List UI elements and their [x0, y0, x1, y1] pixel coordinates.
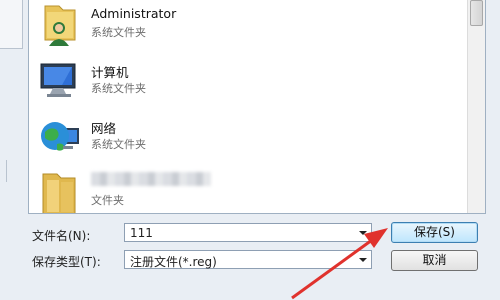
network-globe-icon — [37, 114, 83, 160]
item-type: 文件夹 — [91, 194, 124, 207]
list-item-network[interactable]: 网络 系统文件夹 — [29, 112, 459, 168]
user-folder-icon — [37, 2, 83, 48]
chevron-down-icon[interactable] — [355, 224, 371, 241]
list-item-administrator[interactable]: Administrator 系统文件夹 — [29, 0, 459, 56]
cancel-button[interactable]: 取消 — [391, 250, 478, 271]
item-type: 系统文件夹 — [91, 26, 146, 39]
computer-icon — [37, 58, 83, 104]
save-button[interactable]: 保存(S) — [391, 222, 478, 243]
blurred-item-name — [91, 172, 211, 186]
item-type: 系统文件夹 — [91, 138, 146, 151]
scrollbar-thumb[interactable] — [470, 0, 483, 26]
navigation-pane-edge — [0, 0, 23, 49]
item-name: 计算机 — [91, 65, 129, 80]
filename-value: 111 — [130, 226, 153, 240]
vertical-scrollbar[interactable] — [467, 0, 485, 213]
chevron-down-icon[interactable] — [355, 251, 371, 268]
filetype-select[interactable]: 注册文件(*.reg) — [124, 250, 372, 269]
pane-divider — [0, 160, 7, 182]
item-name: Administrator — [91, 6, 177, 21]
filename-input[interactable]: 111 — [124, 223, 372, 242]
item-name: 网络 — [91, 121, 117, 136]
filename-label: 文件名(N): — [32, 229, 91, 243]
list-item-folder[interactable]: 文件夹 — [29, 168, 459, 213]
file-list[interactable]: Administrator 系统文件夹 计算机 系统文件夹 网络 系统文件夹 文… — [28, 0, 486, 214]
folder-icon — [37, 170, 83, 213]
item-type: 系统文件夹 — [91, 82, 146, 95]
list-item-computer[interactable]: 计算机 系统文件夹 — [29, 56, 459, 112]
filetype-label: 保存类型(T): — [32, 255, 101, 269]
filetype-value: 注册文件(*.reg) — [130, 255, 217, 269]
